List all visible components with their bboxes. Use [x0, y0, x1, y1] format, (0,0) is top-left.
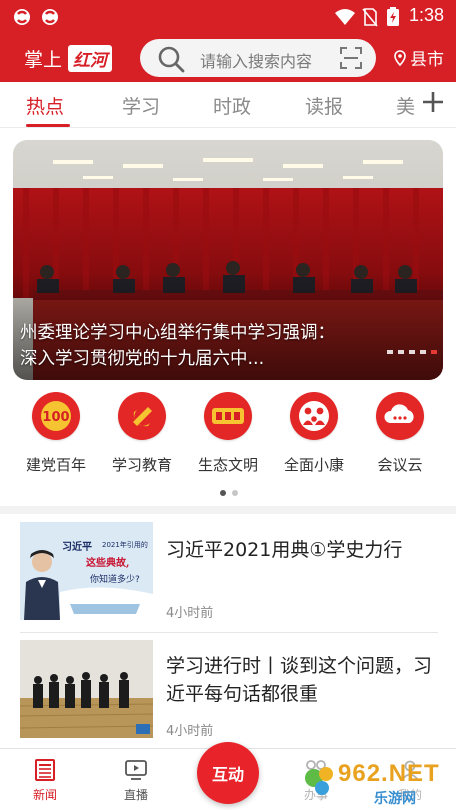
- paitou-bing-icon: [204, 392, 252, 440]
- nav-label: 新闻: [32, 788, 57, 802]
- banner-caption: 州委理论学习中心组举行集中学习强调：深入学习贯彻党的十九届六中...: [20, 323, 335, 369]
- cloud-icon: [376, 392, 424, 440]
- tab-study[interactable]: 学习: [122, 92, 160, 119]
- shortcut-study-education[interactable]: 学习教育: [99, 392, 185, 475]
- site-watermark: 962.NET 乐游网: [300, 760, 450, 808]
- app-header: 掌上 红河 请输入搜索内容 县市: [0, 34, 456, 82]
- shortcut-label: 会议云: [377, 456, 423, 474]
- nav-live[interactable]: 直播: [96, 757, 176, 803]
- thumb-text-4: 你知道多少?: [90, 575, 140, 585]
- banner-dot: [398, 350, 404, 354]
- news-time: 4小时前: [166, 724, 214, 739]
- banner-dot: [409, 350, 415, 354]
- news-thumbnail: 习近平 2021年引用的 这些典故, 你知道多少?: [20, 522, 153, 620]
- shortcut-label: 建党百年: [25, 456, 86, 474]
- active-tab-indicator: [26, 124, 70, 127]
- logo-brand: 红河: [68, 44, 113, 72]
- watermark-text: 962.NET: [338, 760, 440, 787]
- wifi-icon: [335, 9, 355, 25]
- banner-pager: [387, 350, 437, 354]
- shortcut-label: 生态文明: [197, 456, 258, 474]
- location-pin-icon: [394, 49, 406, 66]
- thumb-text-1: 习近平: [62, 542, 92, 553]
- shortcut-party-100[interactable]: 100 建党百年: [13, 392, 99, 475]
- app-notification-icon-2: [42, 9, 58, 25]
- search-icon: [158, 46, 185, 73]
- news-thumbnail: [20, 640, 153, 738]
- no-sim-icon: [362, 8, 378, 27]
- shortcut-label: 全面小康: [283, 456, 344, 474]
- svg-text:100: 100: [42, 410, 69, 425]
- news-divider: [20, 632, 438, 633]
- headline-banner[interactable]: 州委理论学习中心组举行集中学习强调：深入学习贯彻党的十九届六中...: [13, 140, 443, 380]
- status-time: 1:38: [408, 5, 444, 25]
- tab-beauty[interactable]: 美: [396, 92, 415, 119]
- news-title: 习近平2021用典①学史力行: [166, 539, 403, 561]
- app-logo: 掌上 红河: [24, 43, 113, 73]
- watermark-sub: 乐游网: [374, 791, 416, 807]
- shortcut-grid: 100 建党百年 学习教育 生态文明 全面小康 会议云: [0, 392, 456, 482]
- family-icon: [290, 392, 338, 440]
- interact-button[interactable]: 互动: [197, 742, 259, 804]
- tab-politics[interactable]: 时政: [213, 92, 251, 119]
- shortcut-prosperity[interactable]: 全面小康: [271, 392, 357, 475]
- city-selector[interactable]: 县市: [394, 45, 444, 70]
- tab-hot[interactable]: 热点: [26, 92, 64, 119]
- thumb-text-2: 2021年引用的: [102, 541, 148, 549]
- nav-label: 直播: [123, 788, 148, 802]
- search-placeholder: 请输入搜索内容: [200, 52, 313, 71]
- logo-prefix: 掌上: [24, 48, 63, 71]
- shortcut-pager: [220, 490, 238, 496]
- thumb-text-3: 这些典故,: [86, 558, 130, 569]
- city-label: 县市: [410, 50, 444, 70]
- category-tabs: 热点 学习 时政 读报 美: [0, 82, 456, 128]
- shortcut-label: 学习教育: [111, 456, 172, 474]
- app-notification-icon: [14, 9, 30, 25]
- pager-dot: [232, 490, 238, 496]
- scan-icon[interactable]: [340, 47, 362, 69]
- nav-news[interactable]: 新闻: [5, 757, 85, 803]
- shortcut-meeting-cloud[interactable]: 会议云: [357, 392, 443, 475]
- newspaper-icon: [35, 759, 55, 781]
- section-divider: [0, 506, 456, 514]
- party-100-icon: 100: [32, 392, 80, 440]
- banner-dot-active: [431, 350, 437, 354]
- news-time: 4小时前: [166, 606, 214, 621]
- tab-newspaper[interactable]: 读报: [305, 92, 343, 119]
- add-tab-icon[interactable]: [420, 89, 446, 115]
- news-title: 学习进行时丨谈到这个问题，习近平每句话都很重: [166, 655, 433, 705]
- banner-dot: [387, 350, 393, 354]
- search-bar[interactable]: 请输入搜索内容: [140, 39, 376, 77]
- status-bar: 1:38: [0, 0, 456, 34]
- battery-charging-icon: [387, 7, 399, 26]
- pager-dot-active: [220, 490, 226, 496]
- party-emblem-icon: [118, 392, 166, 440]
- live-tv-icon: [125, 760, 147, 780]
- shortcut-ecology[interactable]: 生态文明: [185, 392, 271, 475]
- banner-dot: [420, 350, 426, 354]
